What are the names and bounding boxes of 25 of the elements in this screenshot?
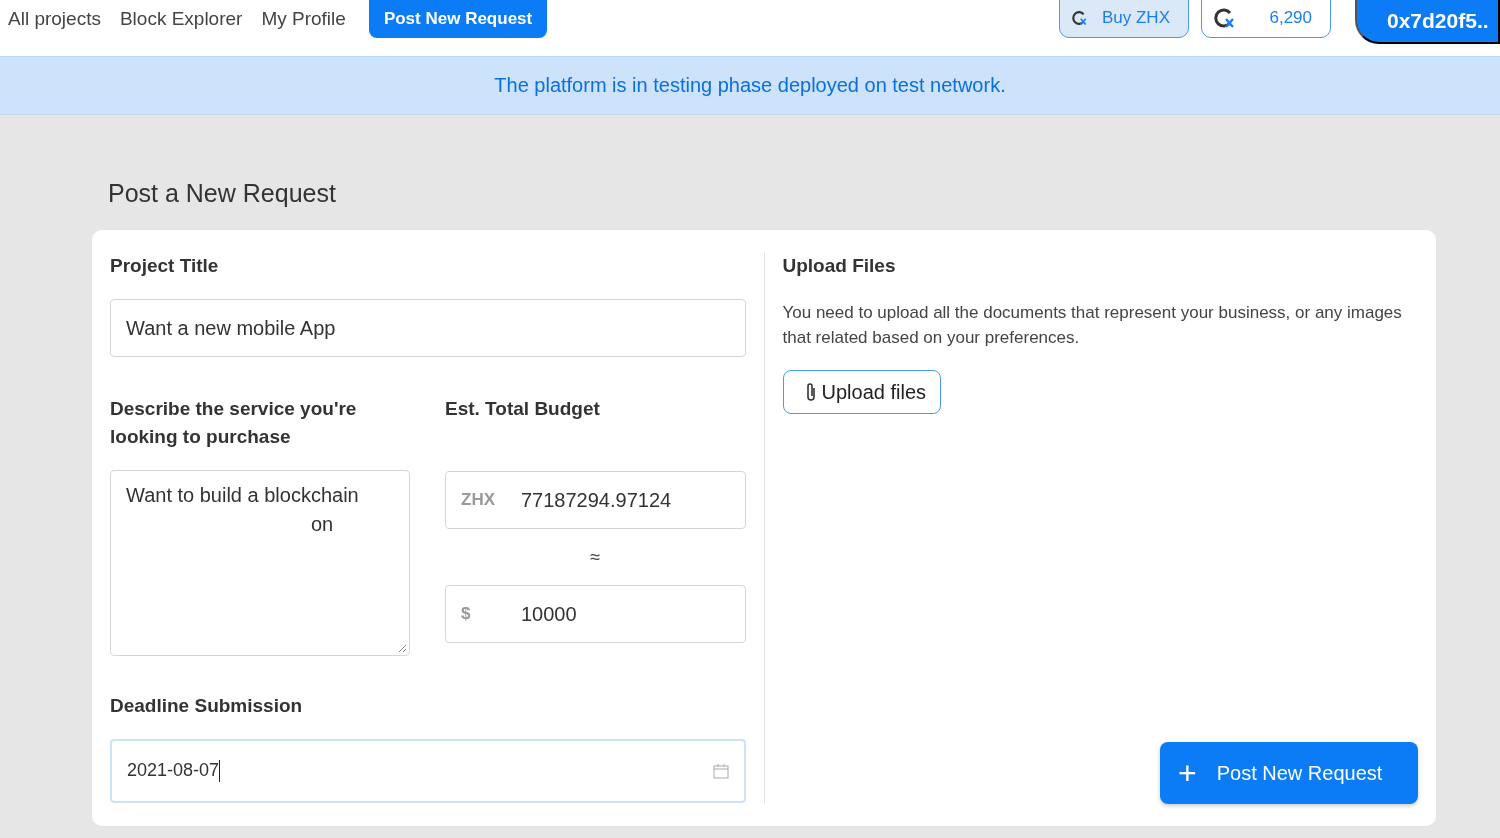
section-title: Upload Files bbox=[782, 254, 897, 278]
upload-description: You need to upload all the documents that represent your business, or any images that related based on your preferences. bbox=[782, 302, 1403, 349]
nav-link[interactable]: All projects bbox=[8, 8, 101, 30]
field-label: Est. Total Budget bbox=[445, 397, 601, 421]
field-label: Deadline Submission bbox=[110, 694, 304, 718]
zhx-field[interactable]: ZHX 77187294.97124 bbox=[445, 471, 746, 529]
date-field[interactable]: 2021-08-07 bbox=[110, 739, 746, 803]
coin-icon bbox=[1214, 7, 1236, 29]
title-field[interactable]: Want a new mobile App bbox=[110, 299, 746, 357]
submit-button[interactable]: + Post New Request bbox=[1160, 742, 1418, 804]
field-label: Project Title bbox=[110, 254, 220, 278]
usd-field[interactable]: $ 10000 bbox=[445, 585, 746, 643]
nav-link[interactable]: Block Explorer bbox=[119, 8, 243, 30]
field-label: Describe the service you're looking to purchase bbox=[110, 397, 358, 449]
page-title: Post a New Request bbox=[108, 179, 337, 208]
approx-sign: ≈ bbox=[590, 546, 601, 568]
upload-button[interactable]: Upload files bbox=[782, 370, 941, 414]
balance-badge: 6,290 bbox=[1201, 0, 1331, 38]
description-field[interactable]: Want to build a blockchain on bbox=[110, 470, 410, 656]
wallet-button[interactable]: 0x7d20f5.. bbox=[1355, 0, 1500, 44]
info-banner: The platform is in testing phase deployed on test network. bbox=[0, 56, 1500, 115]
nav-link[interactable]: My Profile bbox=[261, 8, 346, 30]
resize-handle[interactable] bbox=[398, 644, 407, 653]
nav-link[interactable]: Post New Request bbox=[368, 0, 548, 38]
calendar-icon[interactable] bbox=[712, 763, 729, 779]
